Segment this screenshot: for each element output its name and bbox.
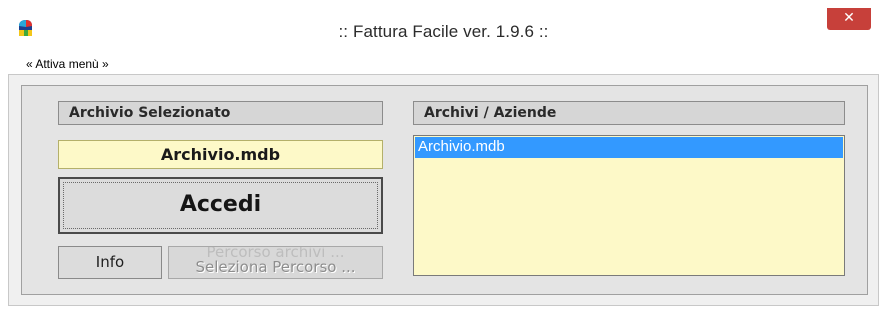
main-panel: Archivio Selezionato Archivio.mdb Accedi… (21, 85, 868, 295)
client-area: Archivio Selezionato Archivio.mdb Accedi… (8, 74, 879, 306)
activate-menu-link[interactable]: « Attiva menù » (26, 57, 109, 71)
list-item[interactable]: Archivio.mdb (415, 137, 843, 158)
archives-companies-header: Archivi / Aziende (413, 101, 845, 125)
menu-bar: « Attiva menù » (8, 52, 879, 74)
window-title: :: Fattura Facile ver. 1.9.6 :: (338, 22, 549, 41)
close-icon: ✕ (843, 10, 855, 26)
info-button-label: Info (95, 253, 125, 271)
archives-listbox[interactable]: Archivio.mdb (413, 135, 845, 276)
selected-archive-header: Archivio Selezionato (58, 101, 383, 125)
selected-archive-field: Archivio.mdb (58, 140, 383, 169)
info-button[interactable]: Info (58, 246, 162, 279)
select-path-button[interactable]: Percorso archivi ... Seleziona Percorso … (168, 246, 383, 279)
title-bar[interactable]: :: Fattura Facile ver. 1.9.6 :: ✕ (0, 0, 887, 52)
close-button[interactable]: ✕ (827, 8, 871, 30)
accedi-button-label: Accedi (179, 192, 262, 217)
accedi-button[interactable]: Accedi (58, 177, 383, 234)
path-button-label: Seleziona Percorso ... (195, 258, 356, 276)
app-window: :: Fattura Facile ver. 1.9.6 :: ✕ « Atti… (0, 0, 887, 314)
